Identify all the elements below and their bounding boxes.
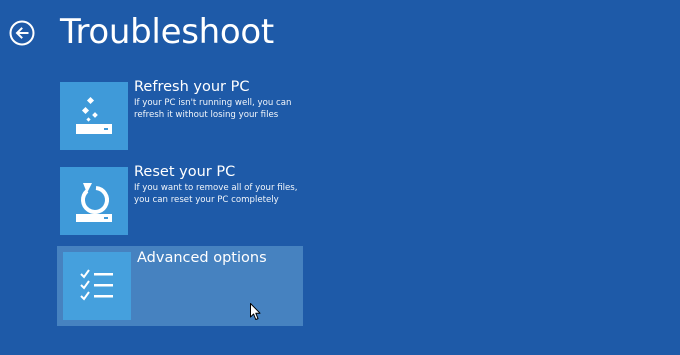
- option-description: If your PC isn't running well, you can r…: [134, 97, 309, 121]
- option-title: Advanced options: [137, 250, 267, 266]
- option-description-line: If you want to remove all of your files,: [134, 183, 298, 193]
- reset-restore-icon: [76, 183, 112, 222]
- page-title: Troubleshoot: [60, 12, 274, 52]
- refresh-pc-option[interactable]: Refresh your PC If your PC isn't running…: [57, 79, 303, 156]
- checklist-icon: [80, 269, 113, 301]
- advanced-options-option[interactable]: Advanced options: [57, 246, 303, 326]
- refresh-sparkle-icon: [76, 96, 112, 134]
- mouse-cursor-icon: [250, 303, 261, 320]
- reset-pc-tile: [60, 167, 128, 235]
- option-description-line: If your PC isn't running well, you can: [134, 98, 292, 108]
- back-arrow-icon: [9, 20, 35, 46]
- option-description-line: refresh it without losing your files: [134, 110, 279, 120]
- option-description-line: you can reset your PC completely: [134, 195, 279, 205]
- option-title: Reset your PC: [134, 164, 236, 180]
- reset-pc-option[interactable]: Reset your PC If you want to remove all …: [57, 164, 303, 241]
- advanced-options-tile: [63, 252, 131, 320]
- option-title: Refresh your PC: [134, 79, 250, 95]
- option-description: If you want to remove all of your files,…: [134, 182, 309, 206]
- refresh-pc-tile: [60, 82, 128, 150]
- back-button[interactable]: [8, 19, 36, 47]
